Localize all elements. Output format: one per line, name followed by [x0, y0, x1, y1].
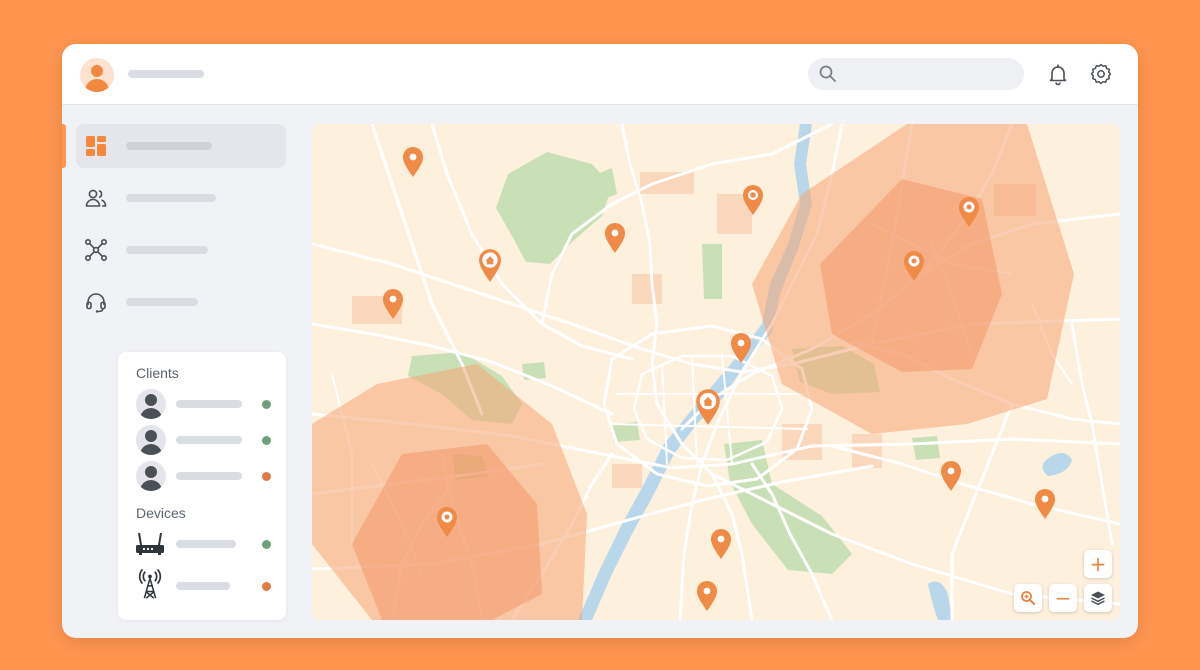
- devices-heading: Devices: [136, 505, 186, 521]
- status-dot-online: [262, 436, 271, 445]
- person-icon: [136, 389, 166, 419]
- gear-pin-icon[interactable]: [903, 250, 925, 282]
- sidebar-item-dashboard[interactable]: [76, 124, 286, 168]
- client-row[interactable]: [118, 425, 286, 455]
- status-dot-online: [262, 400, 271, 409]
- sidebar-item-network[interactable]: [76, 228, 286, 272]
- person-icon: [136, 461, 166, 491]
- status-dot-offline: [262, 582, 271, 591]
- client-name-placeholder: [176, 436, 242, 444]
- username-placeholder: [128, 70, 204, 78]
- user-avatar-icon[interactable]: [80, 58, 114, 92]
- app-window: Clients Devices + −: [62, 44, 1138, 638]
- status-dot-offline: [262, 472, 271, 481]
- sidebar-item-label: [126, 194, 216, 202]
- home-pin-icon[interactable]: [478, 248, 502, 283]
- zoom-in-button[interactable]: +: [1084, 550, 1112, 578]
- clients-heading: Clients: [136, 365, 179, 381]
- sidebar-item-label: [126, 142, 212, 150]
- person-icon: [136, 425, 166, 455]
- sidebar-item-users[interactable]: [76, 176, 286, 220]
- network-icon: [84, 238, 107, 261]
- gear-pin-icon[interactable]: [742, 184, 764, 216]
- search-input[interactable]: [808, 58, 1024, 90]
- map-view[interactable]: + −: [312, 124, 1120, 620]
- location-pin-icon[interactable]: [730, 332, 752, 364]
- device-name-placeholder: [176, 582, 230, 590]
- zoom-search-icon: [1021, 591, 1035, 605]
- search-icon: [819, 65, 836, 82]
- bell-icon[interactable]: [1046, 62, 1070, 86]
- antenna-tower-icon: [138, 568, 162, 599]
- sidebar-item-label: [126, 246, 208, 254]
- gear-icon[interactable]: [1089, 62, 1113, 86]
- top-bar: [62, 44, 1138, 105]
- entities-panel: Clients Devices: [118, 352, 286, 620]
- gear-pin-icon[interactable]: [436, 506, 458, 538]
- headset-icon: [86, 293, 106, 313]
- home-pin-icon[interactable]: [695, 388, 721, 426]
- client-row[interactable]: [118, 461, 286, 491]
- location-pin-icon[interactable]: [710, 528, 732, 560]
- layers-icon: [1091, 591, 1105, 606]
- location-pin-icon[interactable]: [402, 146, 424, 178]
- location-pin-icon[interactable]: [1034, 488, 1056, 520]
- active-nav-indicator: [62, 124, 66, 168]
- device-row[interactable]: [118, 568, 286, 602]
- router-icon: [136, 532, 164, 555]
- location-pin-icon[interactable]: [382, 288, 404, 320]
- sidebar-item-support[interactable]: [76, 280, 286, 324]
- users-icon: [85, 189, 107, 207]
- client-row[interactable]: [118, 389, 286, 419]
- gear-pin-icon[interactable]: [958, 196, 980, 228]
- location-pin-icon[interactable]: [940, 460, 962, 492]
- device-row[interactable]: [118, 528, 286, 560]
- sidebar-item-label: [126, 298, 198, 306]
- status-dot-online: [262, 540, 271, 549]
- zoom-out-button[interactable]: −: [1049, 584, 1077, 612]
- client-name-placeholder: [176, 472, 242, 480]
- zoom-search-button[interactable]: [1014, 584, 1042, 612]
- dashboard-icon: [86, 136, 106, 156]
- location-pin-icon[interactable]: [604, 222, 626, 254]
- layers-button[interactable]: [1084, 584, 1112, 612]
- client-name-placeholder: [176, 400, 242, 408]
- device-name-placeholder: [176, 540, 236, 548]
- location-pin-icon[interactable]: [696, 580, 718, 612]
